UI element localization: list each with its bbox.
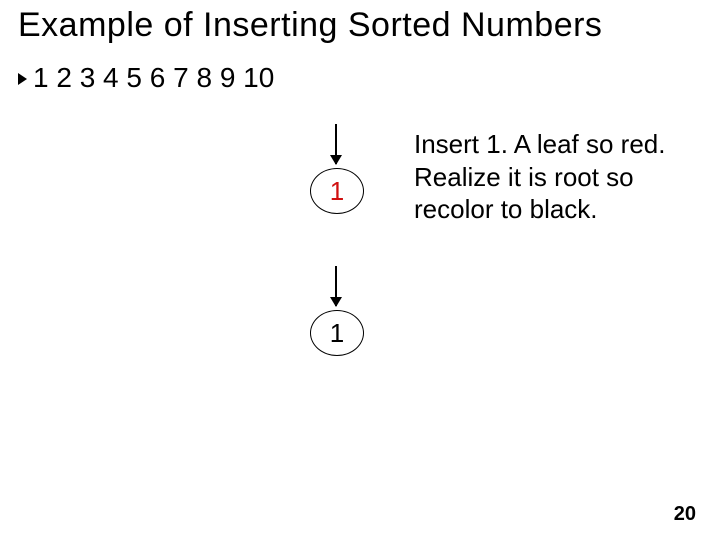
arrow-down-icon (335, 266, 337, 306)
step-explanation: Insert 1. A leaf so red. Realize it is r… (414, 128, 684, 226)
tree-node-red: 1 (310, 168, 364, 214)
slide-title: Example of Inserting Sorted Numbers (18, 6, 602, 45)
bullet-marker-icon (18, 73, 27, 85)
arrow-down-icon (335, 124, 337, 164)
input-sequence-row: 1 2 3 4 5 6 7 8 9 10 (18, 62, 274, 94)
page-number: 20 (674, 503, 696, 526)
tree-node-black: 1 (310, 310, 364, 356)
input-sequence: 1 2 3 4 5 6 7 8 9 10 (33, 62, 274, 94)
